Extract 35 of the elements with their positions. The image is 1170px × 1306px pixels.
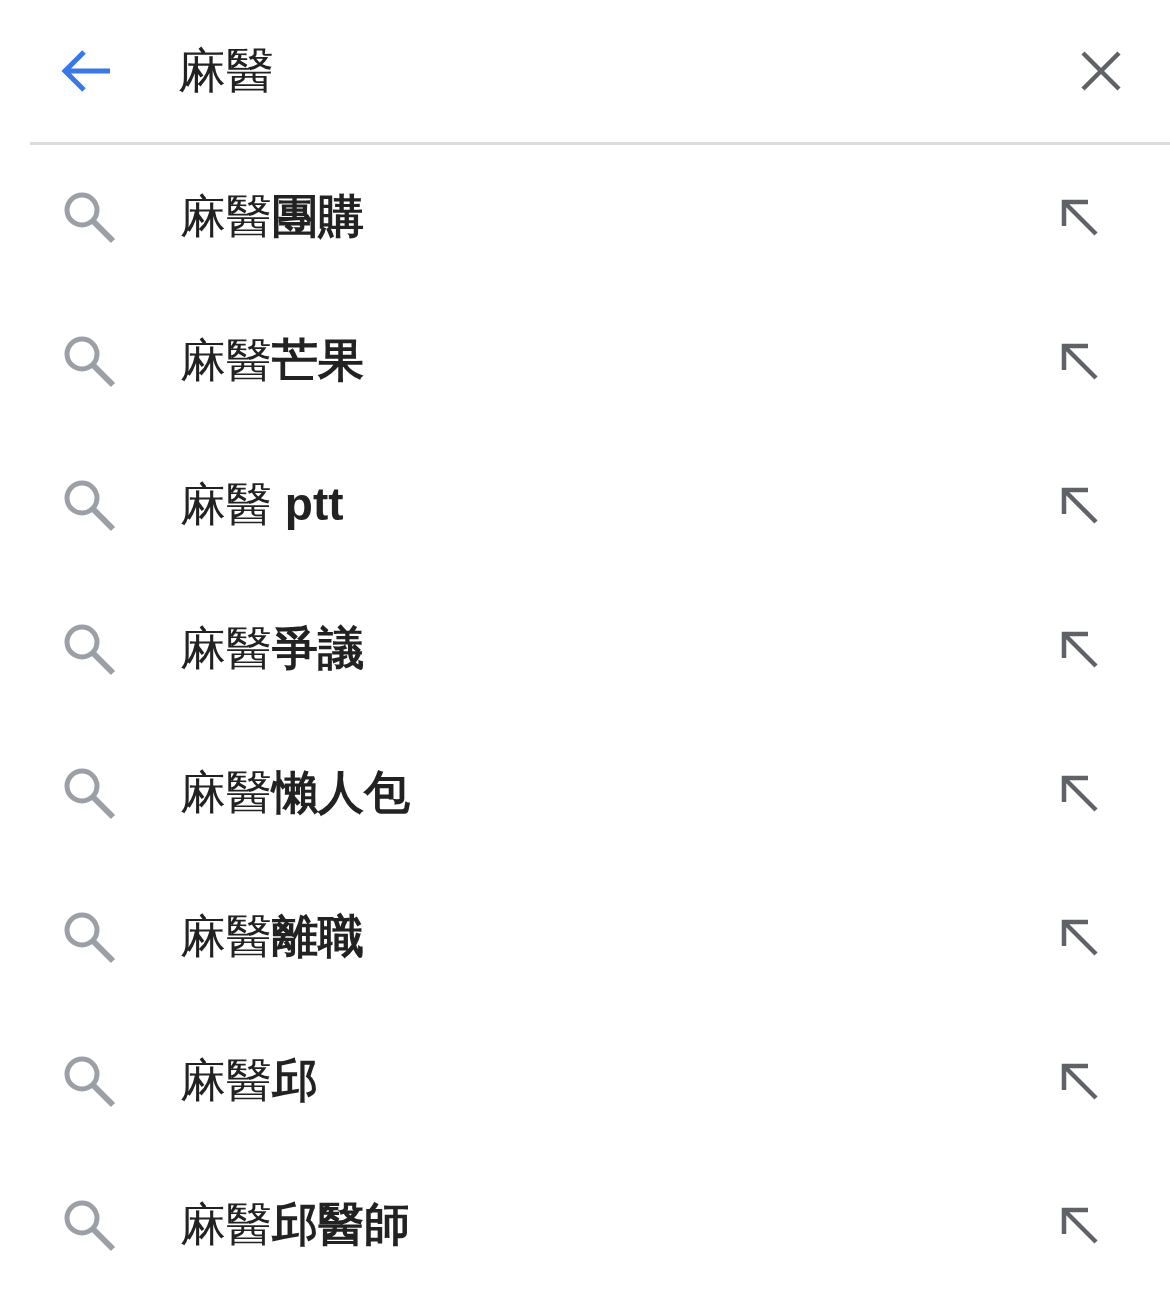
search-icon <box>62 1198 116 1252</box>
search-icon <box>62 1054 116 1108</box>
search-field[interactable]: 麻醫 <box>178 36 1080 106</box>
suggestion-text: 麻醫邱醫師 <box>180 1197 411 1252</box>
back-arrow-icon[interactable] <box>60 49 112 93</box>
fill-query-arrow-icon[interactable] <box>1060 1206 1098 1244</box>
suggestion-text: 麻醫邱 <box>180 1053 319 1108</box>
search-icon <box>62 622 116 676</box>
suggestion-item[interactable]: 麻醫懶人包 <box>0 721 1170 865</box>
suggestion-item[interactable]: 麻醫團購 <box>0 145 1170 289</box>
suggestion-item[interactable]: 麻醫芒果 <box>0 289 1170 433</box>
suggestion-text: 麻醫離職 <box>180 909 365 964</box>
suggestion-text: 麻醫爭議 <box>180 621 365 676</box>
suggestion-text: 麻醫懶人包 <box>180 765 411 820</box>
fill-query-arrow-icon[interactable] <box>1060 774 1098 812</box>
suggestion-item[interactable]: 麻醫離職 <box>0 865 1170 1009</box>
search-icon <box>62 190 116 244</box>
close-icon[interactable] <box>1080 50 1122 92</box>
suggestion-item[interactable]: 麻醫邱醫師 <box>0 1153 1170 1297</box>
suggestion-item[interactable]: 麻醫爭議 <box>0 577 1170 721</box>
search-icon <box>62 478 116 532</box>
search-icon <box>62 334 116 388</box>
fill-query-arrow-icon[interactable] <box>1060 342 1098 380</box>
suggestion-item[interactable]: 麻醫 ptt <box>0 433 1170 577</box>
search-icon <box>62 910 116 964</box>
suggestion-text: 麻醫 ptt <box>180 477 345 532</box>
search-icon <box>62 766 116 820</box>
suggestion-text: 麻醫團購 <box>180 189 365 244</box>
suggestion-text: 麻醫芒果 <box>180 333 365 388</box>
fill-query-arrow-icon[interactable] <box>1060 198 1098 236</box>
suggestion-item[interactable]: 麻醫邱 <box>0 1009 1170 1153</box>
fill-query-arrow-icon[interactable] <box>1060 918 1098 956</box>
fill-query-arrow-icon[interactable] <box>1060 1062 1098 1100</box>
fill-query-arrow-icon[interactable] <box>1060 630 1098 668</box>
fill-query-arrow-icon[interactable] <box>1060 486 1098 524</box>
